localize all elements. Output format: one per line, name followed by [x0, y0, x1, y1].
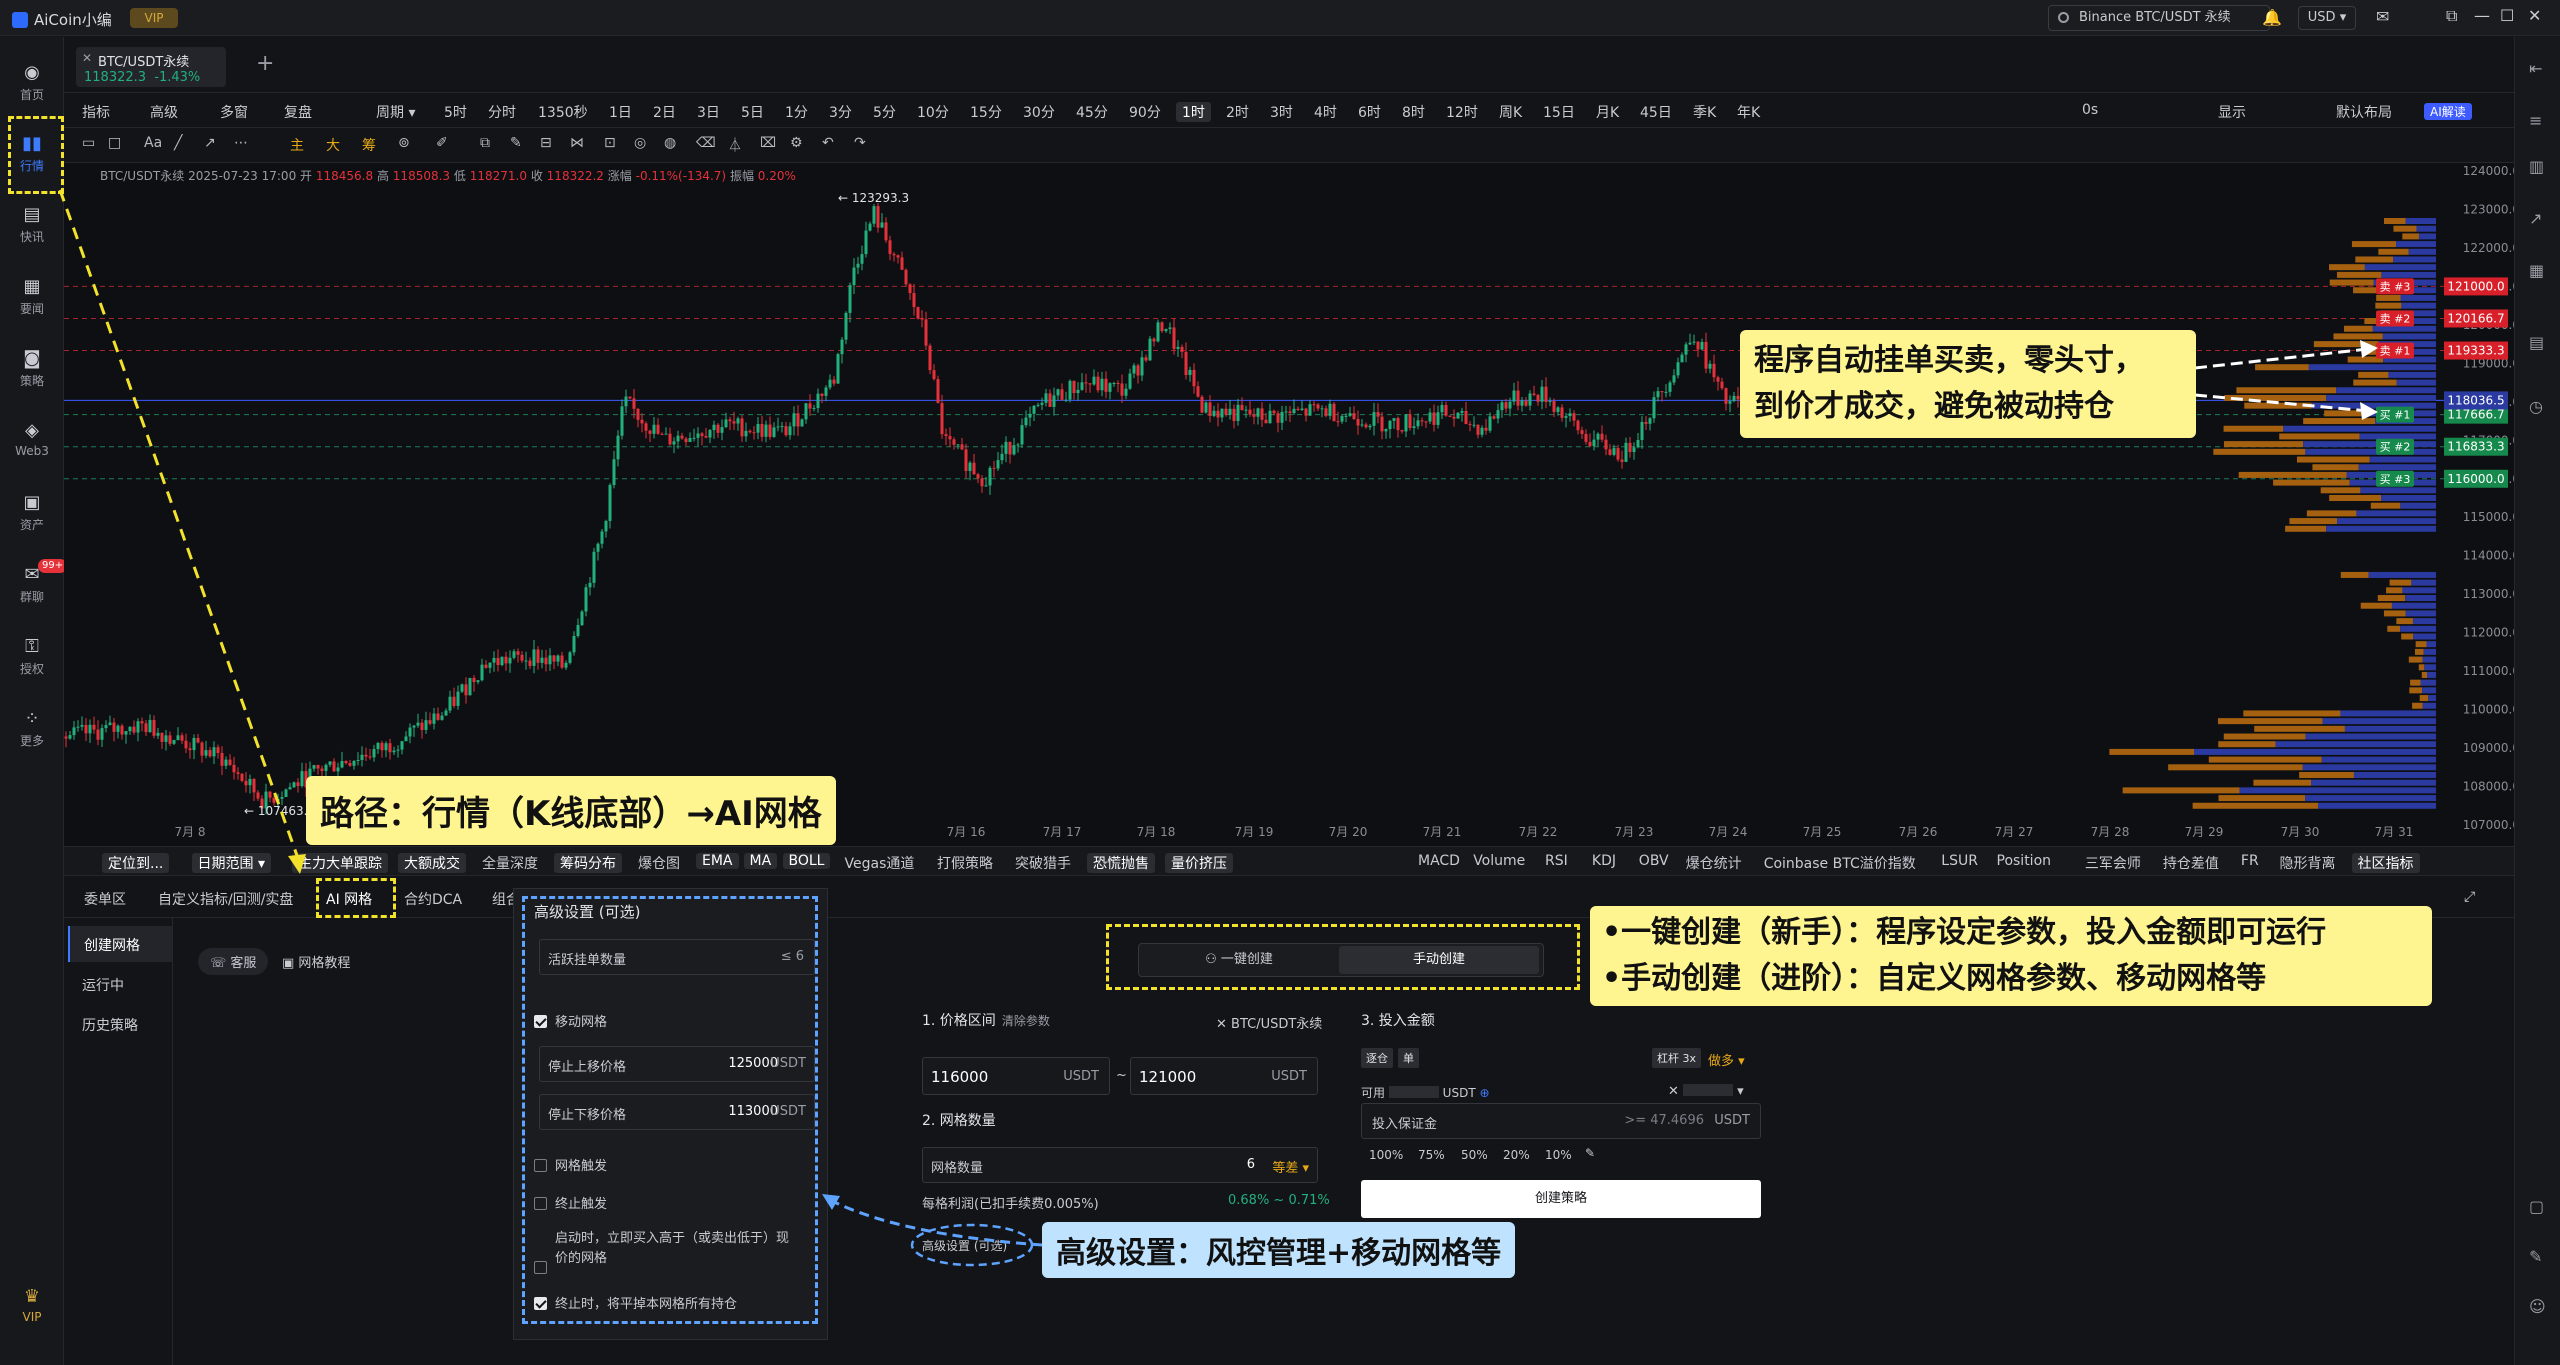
annotation-path: 路径：行情（K线底部）→AI网格 — [306, 776, 836, 845]
orders-arrow-sell — [2194, 347, 2369, 370]
annotation-orders: 程序自动挂单买卖，零头寸， 到价才成交，避免被动持仓 — [1740, 330, 2196, 438]
annotation-create: •一键创建（新手）：程序设定参数，投入金额即可运行 •手动创建（进阶）：自定义网格… — [1590, 906, 2432, 1006]
highlight-create-mode — [1106, 924, 1580, 990]
orders-arrow-sell-head — [2360, 340, 2378, 358]
annotation-arrows — [58, 189, 2378, 1267]
annotation-create-line2: •手动创建（进阶）：自定义网格参数、移动网格等 — [1602, 961, 2267, 996]
highlight-market-sidebar — [8, 116, 64, 194]
path-arrow-line — [58, 189, 302, 865]
path-arrow-head — [288, 854, 306, 874]
annotation-create-line1: •一键创建（新手）：程序设定参数，投入金额即可运行 — [1602, 915, 2327, 950]
annotation-orders-line1: 程序自动挂单买卖，零头寸， — [1754, 343, 2144, 378]
advanced-arrow — [829, 1198, 1043, 1247]
highlight-ai-grid-tab — [316, 878, 396, 918]
orders-arrow-buy — [2194, 393, 2369, 413]
orders-arrow-buy-head — [2360, 402, 2378, 420]
annotation-orders-line2: 到价才成交，避免被动持仓 — [1754, 389, 2114, 424]
highlight-advanced-panel — [522, 896, 818, 1324]
advanced-link-circle — [910, 1223, 1034, 1267]
annotation-advanced: 高级设置：风控管理+移动网格等 — [1042, 1222, 1516, 1278]
